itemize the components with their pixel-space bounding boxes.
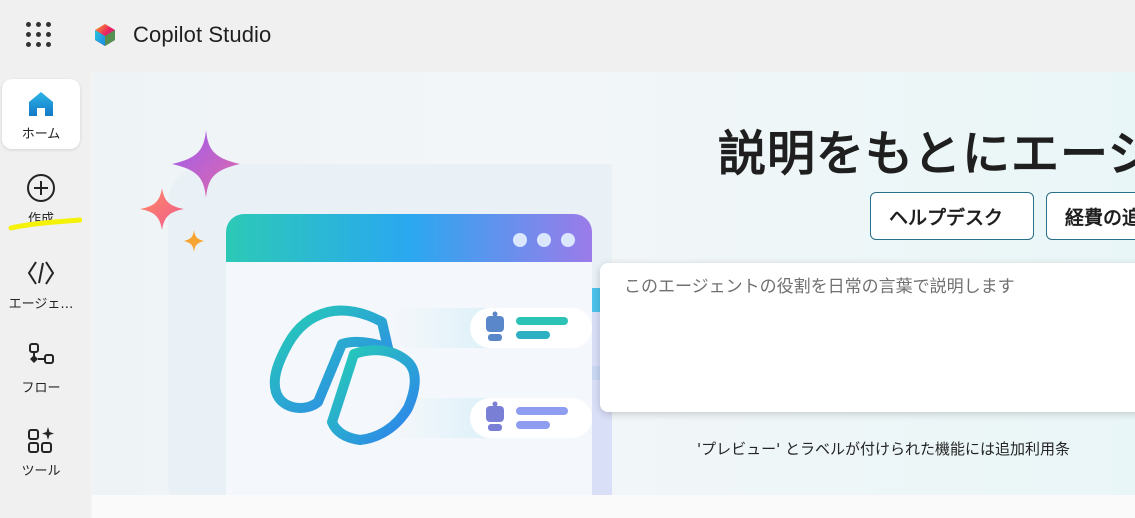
rail-item-tools[interactable]: ツール xyxy=(2,422,80,492)
app-launcher-icon[interactable] xyxy=(26,22,52,48)
rail-item-label: エージェ… xyxy=(8,297,74,312)
agent-description-box xyxy=(600,263,1135,412)
suggestion-chip-helpdesk[interactable]: ヘルプデスク xyxy=(870,192,1034,240)
suggestion-chip-expense[interactable]: 経費の追 xyxy=(1046,192,1135,240)
home-icon xyxy=(29,92,53,116)
agent-description-input[interactable] xyxy=(624,277,1135,297)
hero-title: 説明をもとにエージ xyxy=(718,126,1135,182)
preview-disclaimer: 'プレビュー' とラベルが付けられた機能には追加利用条 xyxy=(697,440,1071,458)
copilot-studio-logo-icon xyxy=(95,24,115,46)
app-title: Copilot Studio xyxy=(133,22,272,47)
rail-item-label: フロー xyxy=(21,381,61,396)
flow-icon xyxy=(29,343,54,364)
rail-item-flows[interactable]: フロー xyxy=(2,339,80,409)
rail-item-home[interactable]: ホーム xyxy=(2,79,80,149)
left-navigation-rail: ホーム 作成 エージェ… フロー ツール xyxy=(0,72,90,518)
rail-item-label: ツール xyxy=(21,464,61,479)
highlighter-mark xyxy=(8,217,82,231)
rail-item-agents[interactable]: エージェ… xyxy=(2,255,80,325)
plus-circle-icon xyxy=(27,174,55,202)
content-area-bottom xyxy=(92,495,1135,518)
top-bar: Copilot Studio xyxy=(0,0,1135,72)
rail-item-label: ホーム xyxy=(21,127,61,142)
code-brackets-icon xyxy=(27,261,55,285)
home-hero-panel: 説明をもとにエージ ヘルプデスク 経費の追 'プレビュー' とラベルが付けられた… xyxy=(92,72,1135,495)
tools-icon xyxy=(28,427,54,453)
hero-illustration xyxy=(140,130,612,495)
